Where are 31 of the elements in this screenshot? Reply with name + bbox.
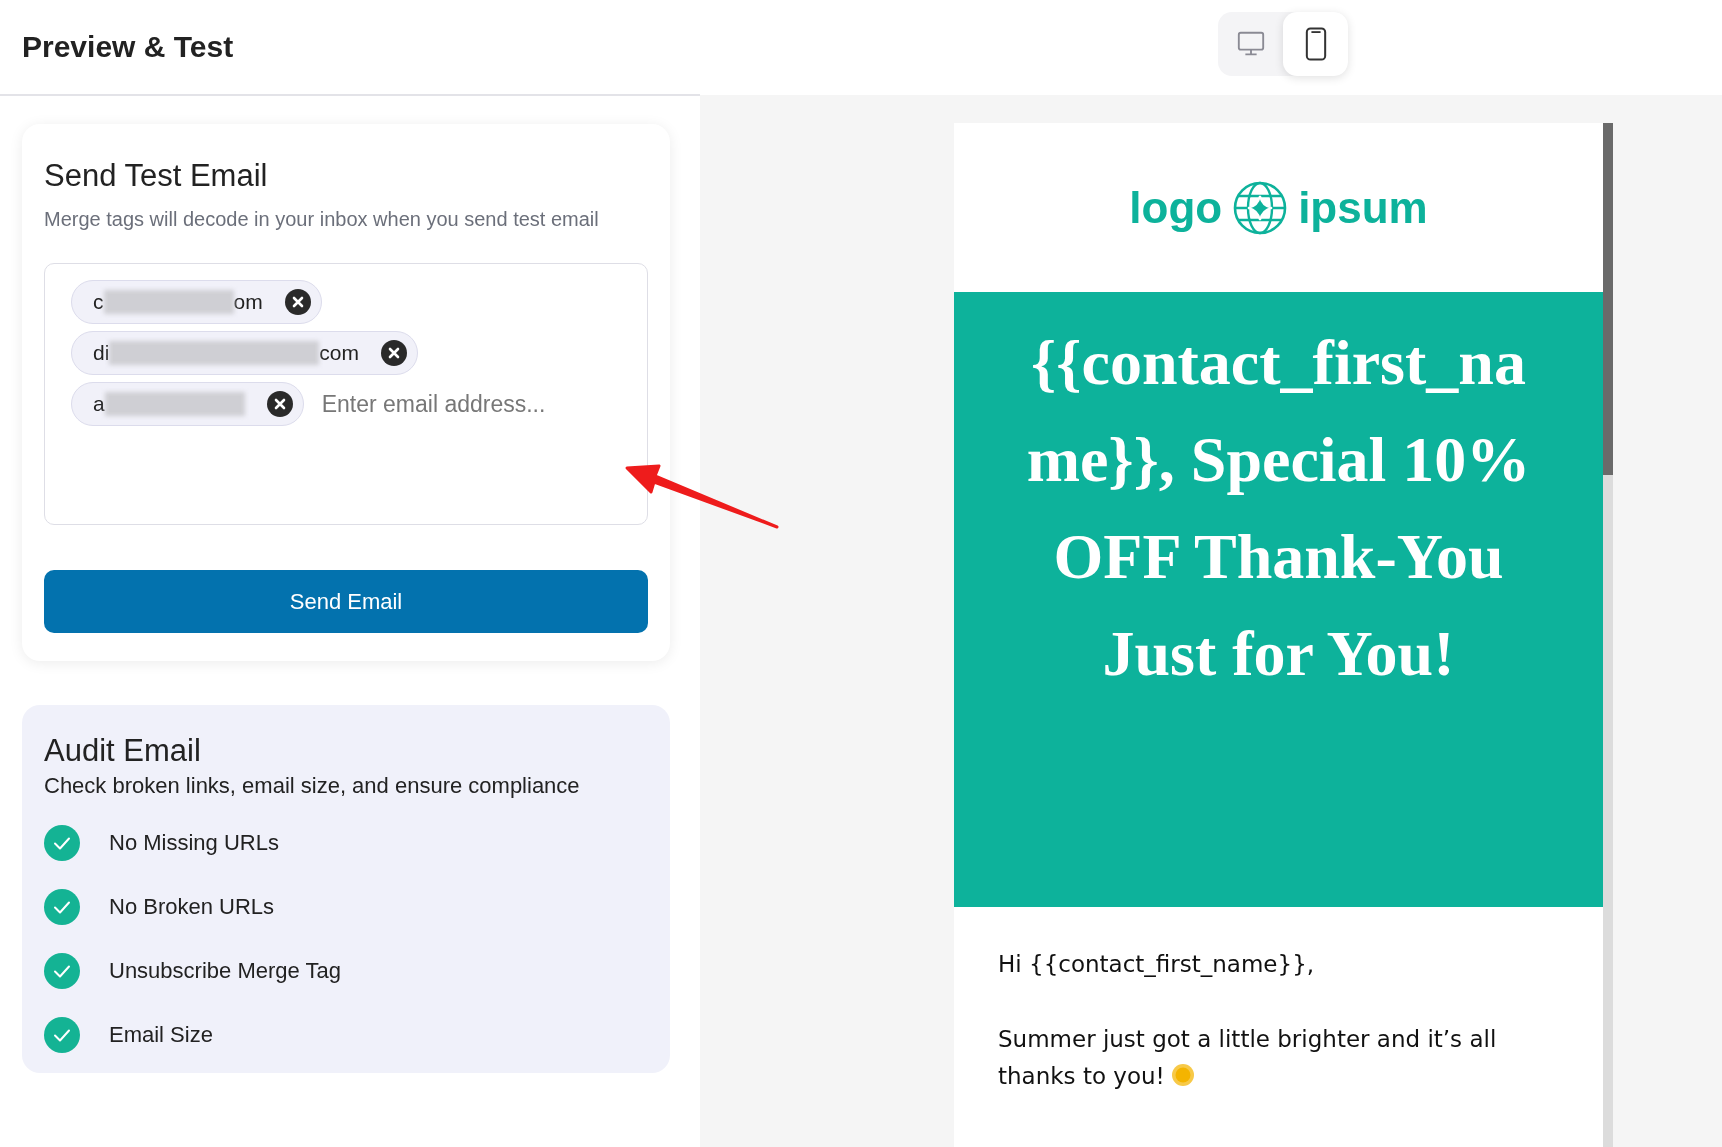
audit-item-label: Email Size [109, 1022, 213, 1048]
card-subtitle: Merge tags will decode in your inbox when you send test email [44, 208, 600, 231]
remove-icon[interactable] [284, 289, 311, 315]
paragraph: Summer just got a little brighter and it’s all thanks to you! [998, 1025, 1498, 1091]
logo-text: logo [1129, 182, 1223, 233]
chip-text: di [93, 341, 110, 365]
scrollbar[interactable] [1603, 123, 1613, 1147]
phone-icon [1304, 26, 1327, 62]
page-title: Preview & Test [22, 30, 234, 64]
greeting-text: Hi {{contact_first_name}}, [998, 951, 1316, 977]
globe-icon [1232, 179, 1289, 236]
audit-item-label: Unsubscribe Merge Tag [109, 958, 341, 984]
audit-item-label: No Broken URLs [109, 894, 275, 920]
chip-text: com [319, 341, 360, 365]
chip-text: c [93, 290, 104, 314]
scrollbar-thumb[interactable] [1603, 123, 1613, 475]
sun-icon [1170, 1063, 1195, 1087]
remove-icon[interactable] [266, 391, 293, 417]
send-email-button[interactable]: Send Email [44, 570, 648, 633]
audit-item-label: No Missing URLs [109, 830, 279, 856]
card-title: Send Test Email [44, 158, 269, 194]
hero-heading: {{contact_first_name}}, Special 10% OFF Thank-You Just for You! [1025, 326, 1532, 691]
card-title: Audit Email [44, 733, 202, 769]
email-input-placeholder[interactable]: Enter email address... [321, 390, 546, 418]
remove-icon[interactable] [381, 340, 408, 366]
chip-text: om [233, 290, 263, 314]
recipients-field[interactable]: c om di com a Enter email address... [44, 263, 648, 525]
card-subtitle: Check broken links, email size, and ensure compliance [44, 773, 581, 799]
mobile-view-button[interactable] [1283, 12, 1348, 76]
chip-text: a [93, 392, 105, 416]
logo-text: ipsum [1298, 182, 1428, 233]
